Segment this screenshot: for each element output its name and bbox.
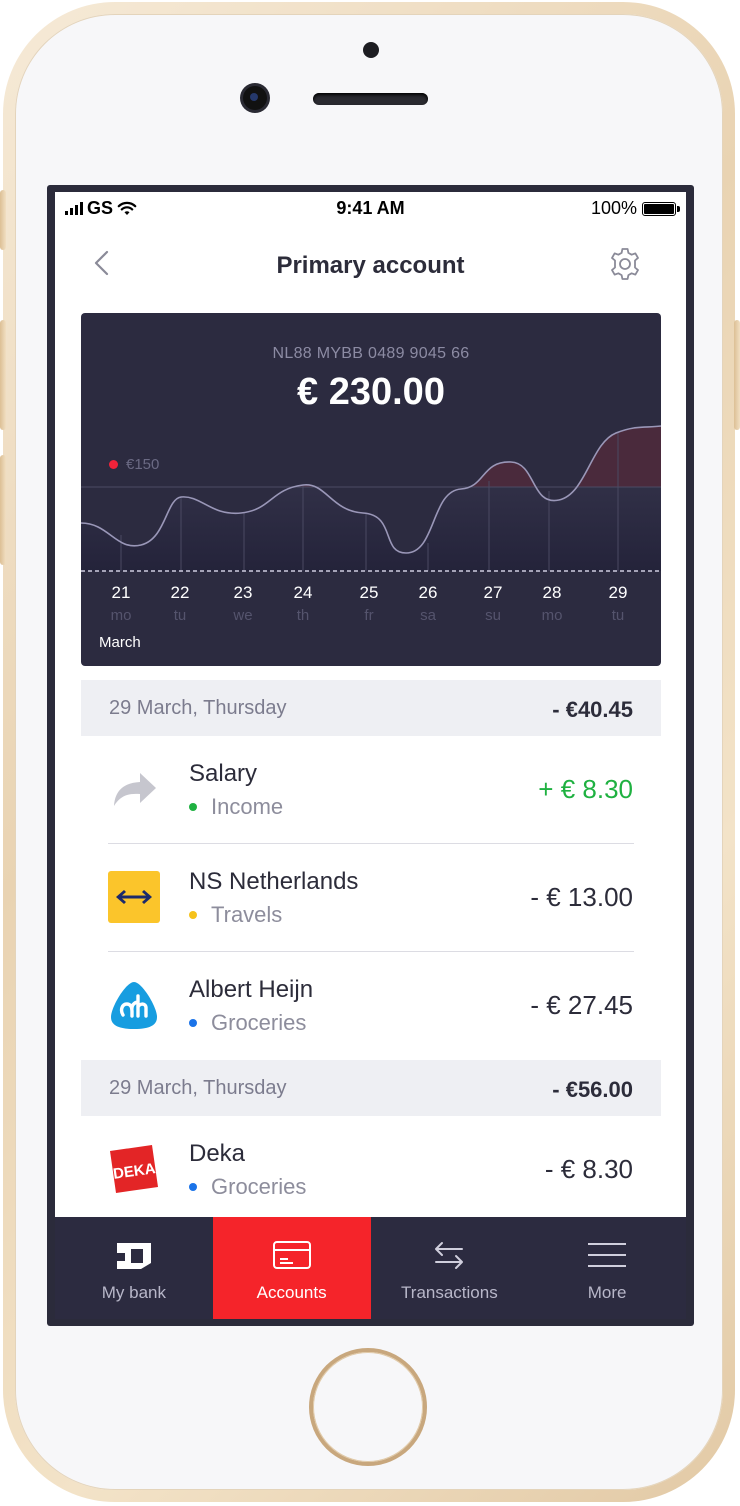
- transaction-category: Groceries: [189, 1174, 306, 1200]
- tab-label: Accounts: [256, 1283, 327, 1302]
- app-display: GS 9:41 AM 100% Primary account NL88 MYB…: [55, 192, 686, 1319]
- day-label[interactable]: 28 mo: [532, 583, 572, 624]
- account-card: NL88 MYBB 0489 9045 66 € 230.00 €150 21 m…: [81, 313, 661, 666]
- category-dot: [189, 1183, 197, 1191]
- transaction-category: Groceries: [189, 1010, 306, 1036]
- tab-transactions[interactable]: Transactions: [371, 1217, 529, 1319]
- volume-down-button: [0, 455, 6, 565]
- menu-icon: [588, 1243, 627, 1267]
- earpiece-speaker: [313, 93, 428, 105]
- front-camera: [243, 86, 267, 110]
- day-label[interactable]: 27 su: [473, 583, 513, 624]
- battery-icon: [642, 201, 680, 216]
- tab-label: Transactions: [401, 1283, 498, 1302]
- transaction-name: Salary: [189, 760, 258, 787]
- transaction-name: Deka: [189, 1140, 246, 1167]
- group-total: - €56.00: [552, 1077, 633, 1102]
- transaction-list: 29 March, Thursday - €40.45 Salary Incom…: [81, 680, 661, 1224]
- day-label[interactable]: 23 we: [223, 583, 263, 624]
- category-dot: [189, 803, 197, 811]
- day-label[interactable]: 21 mo: [101, 583, 141, 624]
- transaction-amount: + € 8.30: [538, 774, 633, 804]
- tab-bar: My bank Accounts Transactions More: [55, 1217, 686, 1319]
- transaction-name: NS Netherlands: [189, 868, 359, 895]
- limit-value: €150: [126, 456, 160, 473]
- navigation-bar: Primary account: [55, 232, 686, 292]
- ns-logo-icon: [108, 871, 160, 923]
- transaction-name: Albert Heijn: [189, 976, 314, 1003]
- limit-label: €150: [109, 456, 159, 473]
- transaction-category: Travels: [189, 902, 282, 928]
- day-label[interactable]: 26 sa: [408, 583, 448, 624]
- status-bar: GS 9:41 AM 100%: [55, 192, 686, 222]
- tab-my-bank[interactable]: My bank: [55, 1217, 213, 1319]
- battery-percent: 100%: [590, 198, 637, 218]
- deka-logo-icon: DEKA: [110, 1145, 158, 1193]
- group-date: 29 March, Thursday: [109, 1077, 287, 1099]
- limit-dot: [109, 460, 118, 469]
- home-button[interactable]: [313, 1352, 423, 1462]
- power-button: [734, 320, 740, 430]
- transaction-row[interactable]: Salary Income + € 8.30: [81, 736, 661, 844]
- transfer-arrows-icon: [435, 1242, 464, 1269]
- tab-label: More: [587, 1283, 627, 1302]
- albert-heijn-logo-icon: [111, 982, 157, 1029]
- account-balance: € 230.00: [297, 371, 445, 413]
- share-arrow-icon: [114, 773, 156, 806]
- category-dot: [189, 1019, 197, 1027]
- transaction-row[interactable]: NS Netherlands Travels - € 13.00: [81, 844, 661, 952]
- proximity-sensor: [363, 42, 379, 58]
- group-date: 29 March, Thursday: [109, 697, 287, 719]
- date-group-header: 29 March, Thursday - €56.00: [81, 1060, 661, 1116]
- transaction-amount: - € 8.30: [544, 1154, 633, 1184]
- bank-logo-icon: [116, 1243, 151, 1269]
- battery-info: 100%: [590, 198, 680, 219]
- day-label[interactable]: 25 fr: [349, 583, 389, 624]
- screen: GS 9:41 AM 100% Primary account NL88 MYB…: [47, 185, 694, 1326]
- volume-up-button: [0, 320, 6, 430]
- transaction-row[interactable]: Albert Heijn Groceries - € 27.45: [81, 952, 661, 1060]
- tab-label: My bank: [101, 1283, 166, 1302]
- date-group-header: 29 March, Thursday - €40.45: [81, 680, 661, 736]
- gear-icon[interactable]: [608, 247, 642, 281]
- mute-switch: [0, 190, 6, 250]
- transaction-amount: - € 13.00: [530, 882, 633, 912]
- page-title: Primary account: [276, 252, 465, 279]
- category-dot: [189, 911, 197, 919]
- transaction-category: Income: [189, 794, 283, 820]
- day-label[interactable]: 24th: [283, 583, 323, 624]
- transaction-amount: - € 27.45: [530, 990, 633, 1020]
- day-label[interactable]: 22 tu: [160, 583, 200, 624]
- chart-area-below-limit: [81, 487, 661, 571]
- transaction-row[interactable]: DEKA Deka Groceries - € 8.30: [81, 1116, 661, 1224]
- day-label[interactable]: 29 tu: [598, 583, 638, 624]
- group-total: - €40.45: [552, 697, 633, 722]
- month-label: March: [99, 634, 141, 651]
- tab-accounts[interactable]: Accounts: [212, 1217, 371, 1319]
- account-iban: NL88 MYBB 0489 9045 66: [272, 345, 470, 362]
- tab-more[interactable]: More: [528, 1217, 686, 1319]
- card-icon: [272, 1241, 311, 1269]
